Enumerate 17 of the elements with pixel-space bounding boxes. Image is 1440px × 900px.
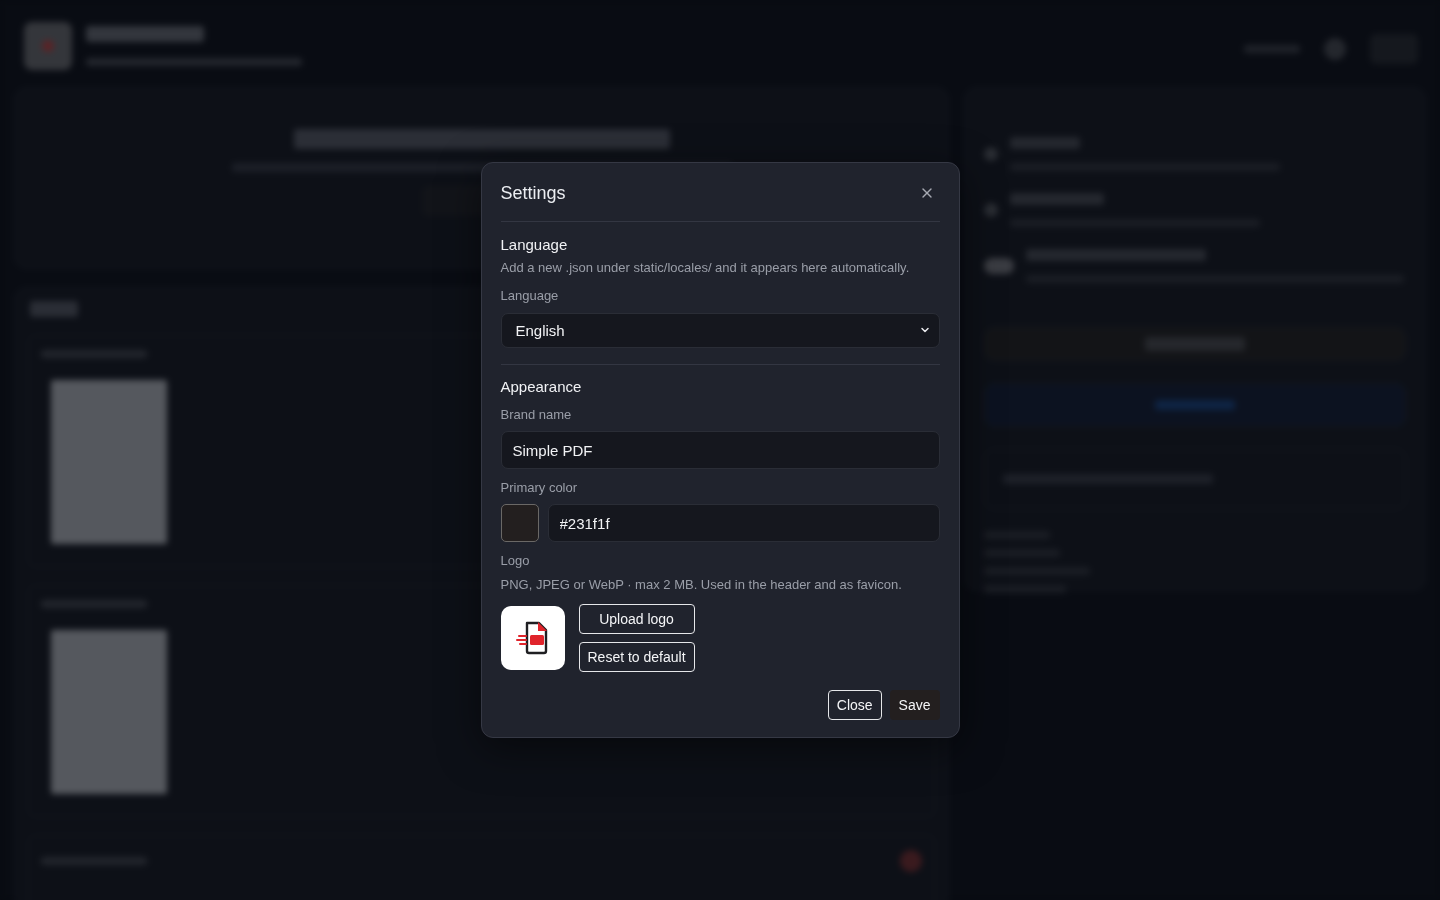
- reset-logo-button[interactable]: Reset to default: [578, 642, 695, 672]
- color-hex-input[interactable]: #231f1f: [547, 504, 940, 542]
- section-heading: Language: [500, 235, 569, 255]
- upload-logo-button[interactable]: Upload logo: [578, 604, 695, 634]
- field-label: Brand name: [500, 406, 573, 424]
- close-button[interactable]: Close: [827, 690, 882, 720]
- logo-hint: PNG, JPEG or WebP · max 2 MB. Used in the header and as favicon.: [500, 576, 903, 594]
- color-swatch-icon[interactable]: [500, 504, 539, 542]
- brand-name-input[interactable]: Simple PDF: [500, 431, 940, 469]
- field-label: Logo: [500, 552, 531, 570]
- field-label: Language: [500, 287, 560, 305]
- field-label: Primary color: [500, 479, 579, 497]
- dialog-title: Settings: [500, 182, 566, 205]
- language-select[interactable]: English: [500, 313, 940, 348]
- save-button[interactable]: Save: [889, 690, 940, 720]
- section-hint: Add a new .json under static/locales/ and it appears here automatically.: [500, 259, 911, 277]
- section-heading: Appearance: [500, 377, 583, 397]
